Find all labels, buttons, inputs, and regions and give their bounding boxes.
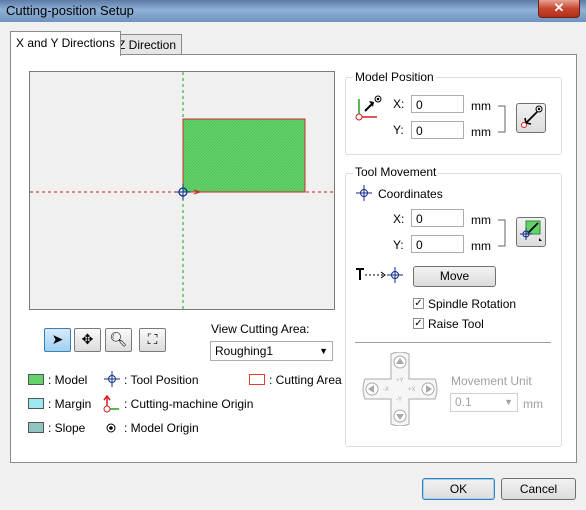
- view-cutting-area-label: View Cutting Area:: [211, 322, 310, 336]
- jog-plus-y: +Y: [396, 378, 404, 384]
- move-tool-icon: [356, 267, 403, 283]
- zoom-tool-button[interactable]: 🔍︎: [105, 328, 132, 352]
- spindle-rotation-label: Spindle Rotation: [428, 297, 517, 311]
- model-swatch: [28, 374, 44, 385]
- movement-unit-value: 0.1: [455, 395, 472, 409]
- cutting-area-canvas[interactable]: [29, 71, 335, 310]
- tool-x-label: X:: [393, 212, 405, 226]
- zoom-icon: 🔍︎: [109, 331, 128, 347]
- jog-minus-x: -X: [383, 387, 389, 393]
- tool-x-input[interactable]: 0: [411, 209, 464, 227]
- ok-button[interactable]: OK: [422, 478, 495, 500]
- model-x-label: X:: [393, 97, 405, 111]
- margin-swatch: [28, 398, 44, 409]
- pointer-icon: ➤: [51, 331, 64, 347]
- model-y-unit: mm: [471, 125, 491, 139]
- movement-unit-unit: mm: [523, 397, 543, 411]
- model-to-origin-button[interactable]: [516, 103, 546, 133]
- model-x-unit: mm: [471, 99, 491, 113]
- chevron-down-icon: ▼: [319, 346, 328, 356]
- movement-unit-label: Movement Unit: [451, 374, 532, 388]
- movement-unit-select[interactable]: 0.1 ▼: [450, 393, 518, 412]
- tool-x-unit: mm: [471, 213, 491, 227]
- tool-to-corner-icon: [520, 220, 542, 241]
- fit-icon: ⛶: [147, 331, 158, 347]
- move-icon: ✥: [81, 331, 94, 347]
- legend-model: : Model: [48, 373, 88, 387]
- model-rectangle[interactable]: [182, 118, 306, 193]
- raise-tool-checkbox[interactable]: ✓: [413, 318, 424, 329]
- slope-swatch: [28, 422, 44, 433]
- legend-cutting-area: : Cutting Area: [269, 373, 342, 387]
- legend-model-origin: : Model Origin: [124, 421, 199, 435]
- bracket-divider-2: [498, 219, 506, 247]
- view-cutting-area-value: Roughing1: [215, 344, 274, 358]
- tab-z-direction[interactable]: Z Direction: [112, 34, 183, 55]
- tool-to-model-button[interactable]: [516, 217, 546, 247]
- model-position-title: Model Position: [353, 70, 436, 84]
- tool-movement-title: Tool Movement: [353, 165, 439, 179]
- model-x-input[interactable]: 0: [411, 95, 464, 113]
- legend-margin: : Margin: [48, 397, 92, 411]
- coordinates-label: Coordinates: [378, 187, 443, 201]
- tool-y-label: Y:: [393, 238, 404, 252]
- cutting-area-swatch: [249, 374, 265, 385]
- move-button[interactable]: Move: [413, 266, 496, 287]
- chevron-down-icon-2: ▼: [504, 397, 513, 407]
- pointer-tool-button[interactable]: ➤: [44, 328, 71, 352]
- jog-minus-y: -Y: [396, 397, 402, 403]
- legend-machine-origin: : Cutting-machine Origin: [124, 397, 254, 411]
- spindle-rotation-checkbox[interactable]: ✓: [413, 298, 424, 309]
- model-origin-icon: [106, 423, 116, 433]
- jog-plus-x: +X: [408, 387, 416, 393]
- view-cutting-area-select[interactable]: Roughing1 ▼: [210, 341, 333, 361]
- separator: [355, 342, 551, 343]
- window-title: Cutting-position Setup: [6, 3, 134, 18]
- tool-y-input[interactable]: 0: [411, 235, 464, 253]
- tool-y-unit: mm: [471, 239, 491, 253]
- fit-view-button[interactable]: ⛶: [139, 328, 166, 352]
- jog-pad[interactable]: +Y -Y -X +X: [361, 352, 439, 426]
- model-y-input[interactable]: 0: [411, 121, 464, 139]
- close-button[interactable]: ✕: [538, 0, 580, 18]
- bracket-divider: [498, 105, 506, 133]
- machine-origin-icon: [103, 395, 119, 413]
- canvas-drawing: [30, 72, 334, 309]
- pan-tool-button[interactable]: ✥: [74, 328, 101, 352]
- legend-tool-position: : Tool Position: [124, 373, 199, 387]
- model-y-label: Y:: [393, 123, 404, 137]
- raise-tool-label: Raise Tool: [428, 317, 484, 331]
- cancel-button[interactable]: Cancel: [501, 478, 576, 500]
- coordinates-icon: [356, 185, 372, 201]
- title-bar: Cutting-position Setup ✕: [0, 0, 586, 22]
- model-position-icon: [355, 95, 382, 121]
- tool-position-icon: [104, 371, 120, 387]
- legend-slope: : Slope: [48, 421, 86, 435]
- tab-xy-directions[interactable]: X and Y Directions: [10, 31, 121, 56]
- move-to-origin-icon: [521, 105, 543, 128]
